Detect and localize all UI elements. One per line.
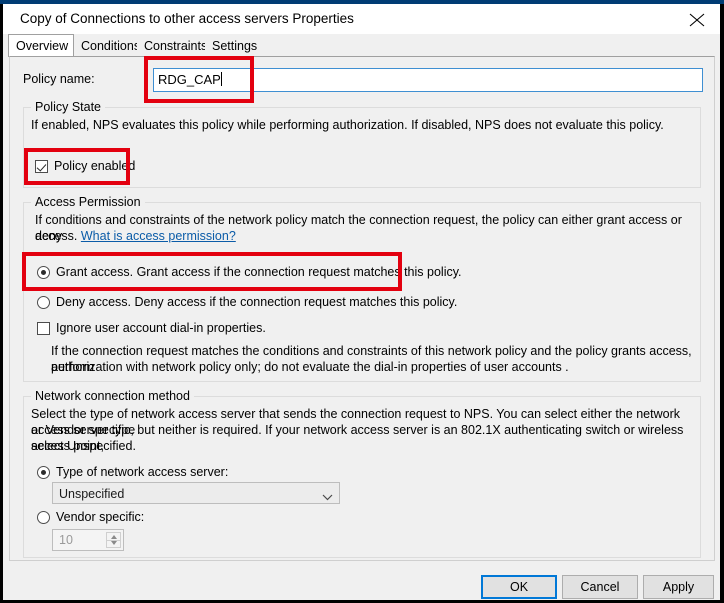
stepper-buttons[interactable] — [106, 532, 121, 548]
grant-access-radio[interactable]: Grant access. Grant access if the connec… — [37, 265, 462, 279]
tab-strip: Overview Conditions Constraints Settings — [3, 34, 720, 57]
network-access-server-type-value: Unspecified — [59, 487, 125, 501]
ncm-description-line3: select Unspecified. — [31, 439, 136, 453]
vendor-specific-value: 10 — [59, 533, 73, 547]
policy-state-group-title: Policy State — [31, 100, 106, 114]
access-permission-group-title: Access Permission — [31, 195, 145, 209]
ignore-dialin-label: Ignore user account dial-in properties. — [56, 321, 266, 335]
policy-name-input[interactable]: RDG_CAP — [153, 68, 703, 92]
radio-box — [37, 510, 50, 524]
type-of-network-access-server-label: Type of network access server: — [56, 465, 229, 479]
ok-button[interactable]: OK — [481, 575, 557, 599]
tab-conditions[interactable]: Conditions — [74, 36, 141, 57]
checkbox-box — [35, 159, 48, 173]
ok-button-label: OK — [509, 580, 529, 594]
radio-box — [37, 295, 50, 309]
access-permission-description-prefix: access. — [35, 229, 78, 243]
window-title: Copy of Connections to other access serv… — [20, 11, 354, 26]
policy-state-description: If enabled, NPS evaluates this policy wh… — [31, 118, 664, 132]
tab-constraints[interactable]: Constraints — [137, 36, 210, 57]
grant-access-label: Grant access. Grant access if the connec… — [56, 265, 462, 279]
cancel-button-label: Cancel — [580, 580, 620, 594]
policy-enabled-label: Policy enabled — [54, 159, 136, 173]
ignore-dialin-checkbox[interactable]: Ignore user account dial-in properties. — [37, 321, 266, 335]
what-is-access-permission-link[interactable]: What is access permission? — [81, 229, 236, 243]
apply-button[interactable]: Apply — [643, 575, 714, 599]
tab-settings[interactable]: Settings — [205, 36, 262, 57]
deny-access-radio[interactable]: Deny access. Deny access if the connecti… — [37, 295, 457, 309]
properties-dialog: Copy of Connections to other access serv… — [0, 0, 724, 603]
vendor-specific-radio[interactable]: Vendor specific: — [37, 510, 144, 524]
title-bar: Copy of Connections to other access serv… — [3, 4, 720, 34]
deny-access-label: Deny access. Deny access if the connecti… — [56, 295, 458, 309]
cancel-button[interactable]: Cancel — [562, 575, 638, 599]
network-access-server-type-select[interactable]: Unspecified — [52, 482, 340, 504]
vendor-specific-label: Vendor specific: — [56, 510, 145, 524]
tab-panel-overview: Policy name: RDG_CAP Policy State If ena… — [9, 56, 715, 561]
policy-name-label: Policy name: — [23, 72, 95, 86]
close-button[interactable] — [674, 4, 720, 34]
tab-overview-label: Overview — [16, 39, 69, 53]
stepper-down-icon — [111, 541, 117, 545]
window-frame-left — [0, 4, 3, 603]
tab-overview[interactable]: Overview — [8, 34, 74, 57]
vendor-specific-stepper[interactable]: 10 — [52, 529, 124, 551]
text-caret — [220, 72, 222, 86]
checkbox-box — [37, 321, 50, 335]
tab-conditions-label: Conditions — [81, 39, 141, 53]
ignore-dialin-help-line2: authorization with network policy only; … — [51, 360, 569, 374]
tab-settings-label: Settings — [212, 39, 258, 53]
access-permission-description-line2: access. What is access permission? — [35, 228, 687, 244]
type-of-network-access-server-radio[interactable]: Type of network access server: — [37, 465, 228, 479]
radio-box — [37, 265, 50, 279]
tab-constraints-label: Constraints — [144, 39, 208, 53]
chevron-down-icon — [322, 490, 333, 501]
radio-box — [37, 465, 50, 479]
apply-button-label: Apply — [662, 580, 695, 594]
policy-enabled-checkbox[interactable]: Policy enabled — [35, 159, 135, 173]
window-frame-right — [720, 4, 724, 603]
network-connection-method-group-title: Network connection method — [31, 389, 194, 403]
stepper-up-icon — [111, 535, 117, 539]
policy-name-value: RDG_CAP — [158, 72, 221, 87]
